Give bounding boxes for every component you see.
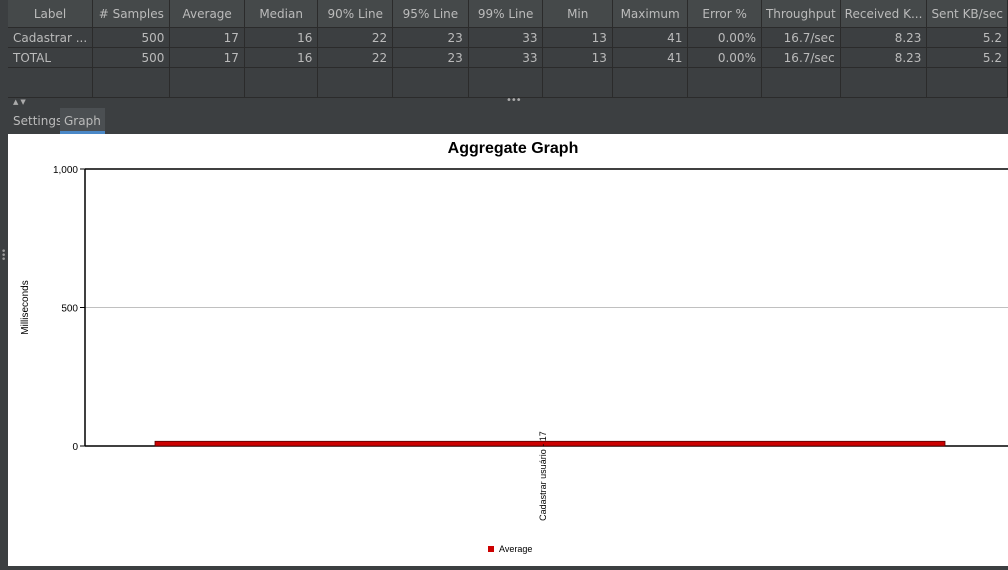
chart-title: Aggregate Graph bbox=[447, 140, 579, 157]
table-cell bbox=[317, 67, 394, 97]
table-cell: 13 bbox=[542, 27, 613, 48]
table-cell: 500 bbox=[92, 27, 171, 48]
splitter-grip-icon[interactable]: • • • bbox=[1, 248, 6, 265]
column-header[interactable]: Min bbox=[542, 0, 613, 28]
chart-panel: Aggregate Graph 0 500 1,000 Milliseconds Cad… bbox=[8, 134, 1008, 566]
table-body: Cadastrar ... 500 17 16 22 23 33 13 41 0.00% 16.7/… bbox=[8, 27, 1008, 97]
legend-swatch bbox=[488, 546, 494, 552]
table-cell: 16.7/sec bbox=[761, 27, 841, 48]
table-cell: 17 bbox=[169, 27, 245, 48]
table-cell: 41 bbox=[612, 27, 689, 48]
table-row[interactable]: TOTAL 500 17 16 22 23 33 13 41 0.00% 16.7/sec 8.23 5… bbox=[8, 47, 1008, 68]
table-cell bbox=[612, 67, 689, 97]
table-cell: 8.23 bbox=[840, 27, 928, 48]
table-row[interactable]: Cadastrar ... 500 17 16 22 23 33 13 41 0.00% 16.7/… bbox=[8, 27, 1008, 48]
table-cell bbox=[8, 67, 94, 97]
table-cell: 22 bbox=[317, 27, 394, 48]
table-cell: 17 bbox=[169, 47, 245, 68]
tab-graph[interactable]: Graph bbox=[60, 108, 105, 134]
column-header[interactable]: # Samples bbox=[92, 0, 171, 28]
table-cell: 16 bbox=[244, 47, 319, 68]
legend-label: Average bbox=[499, 544, 532, 554]
table-cell bbox=[392, 67, 469, 97]
table-cell bbox=[92, 67, 171, 97]
bar-category-label: Cadastrar usuário - 17 bbox=[538, 431, 548, 521]
table-cell bbox=[761, 67, 841, 97]
table-cell: 5.2 bbox=[926, 27, 1008, 48]
table-cell: 33 bbox=[468, 27, 544, 48]
table-cell bbox=[468, 67, 544, 97]
table-empty-row bbox=[8, 67, 1008, 97]
y-tick-label: 1,000 bbox=[53, 165, 78, 176]
table-cell: 23 bbox=[392, 27, 469, 48]
column-header[interactable]: 99% Line bbox=[468, 0, 544, 28]
table-cell: 500 bbox=[92, 47, 171, 68]
bar-average bbox=[154, 440, 946, 447]
y-tick-label: 500 bbox=[61, 304, 78, 315]
table-cell bbox=[687, 67, 762, 97]
table-cell: 23 bbox=[392, 47, 469, 68]
table-cell: 16 bbox=[244, 27, 319, 48]
table-cell: 41 bbox=[612, 47, 689, 68]
column-header[interactable]: Maximum bbox=[612, 0, 689, 28]
table-cell: 13 bbox=[542, 47, 613, 68]
vertical-splitter[interactable]: ▲▼ ••• bbox=[8, 95, 1008, 108]
column-header[interactable]: Error % bbox=[687, 0, 762, 28]
table-cell bbox=[542, 67, 613, 97]
table-cell bbox=[840, 67, 928, 97]
table-cell: 22 bbox=[317, 47, 394, 68]
aggregate-table-container: Label # Samples Average Median 90% Line 95% L… bbox=[8, 0, 1008, 97]
table-cell: 0.00% bbox=[687, 47, 762, 68]
table-cell bbox=[244, 67, 319, 97]
column-header[interactable]: 90% Line bbox=[317, 0, 394, 28]
y-axis-label: Milliseconds bbox=[20, 280, 31, 334]
table-cell: 5.2 bbox=[926, 47, 1008, 68]
table-header-row: Label # Samples Average Median 90% Line 95% L… bbox=[8, 0, 1008, 28]
column-header[interactable]: Sent KB/sec bbox=[926, 0, 1008, 28]
table-cell bbox=[169, 67, 245, 97]
y-tick-label: 0 bbox=[72, 442, 78, 453]
splitter-handle-icon[interactable]: ••• bbox=[506, 95, 522, 106]
collapse-arrows-icon[interactable]: ▲▼ bbox=[13, 98, 28, 106]
table-cell: 0.00% bbox=[687, 27, 762, 48]
column-header[interactable]: Median bbox=[244, 0, 319, 28]
column-header[interactable]: Throughput bbox=[761, 0, 841, 28]
table-cell: 16.7/sec bbox=[761, 47, 841, 68]
column-header[interactable]: Label bbox=[8, 0, 94, 28]
tab-settings[interactable]: Settings bbox=[9, 108, 66, 134]
column-header[interactable]: Average bbox=[169, 0, 245, 28]
result-tabs: Settings Graph bbox=[8, 108, 1008, 134]
table-cell: 33 bbox=[468, 47, 544, 68]
column-header[interactable]: Received K... bbox=[840, 0, 928, 28]
table-cell: 8.23 bbox=[840, 47, 928, 68]
table-cell: Cadastrar ... bbox=[8, 27, 94, 48]
column-header[interactable]: 95% Line bbox=[392, 0, 469, 28]
table-cell: TOTAL bbox=[8, 47, 94, 68]
aggregate-chart: 0 500 1,000 Milliseconds Cadastrar usuário -… bbox=[20, 165, 1008, 554]
aggregate-report-table: Label # Samples Average Median 90% Line 95% L… bbox=[8, 0, 1008, 97]
table-cell bbox=[926, 67, 1008, 97]
